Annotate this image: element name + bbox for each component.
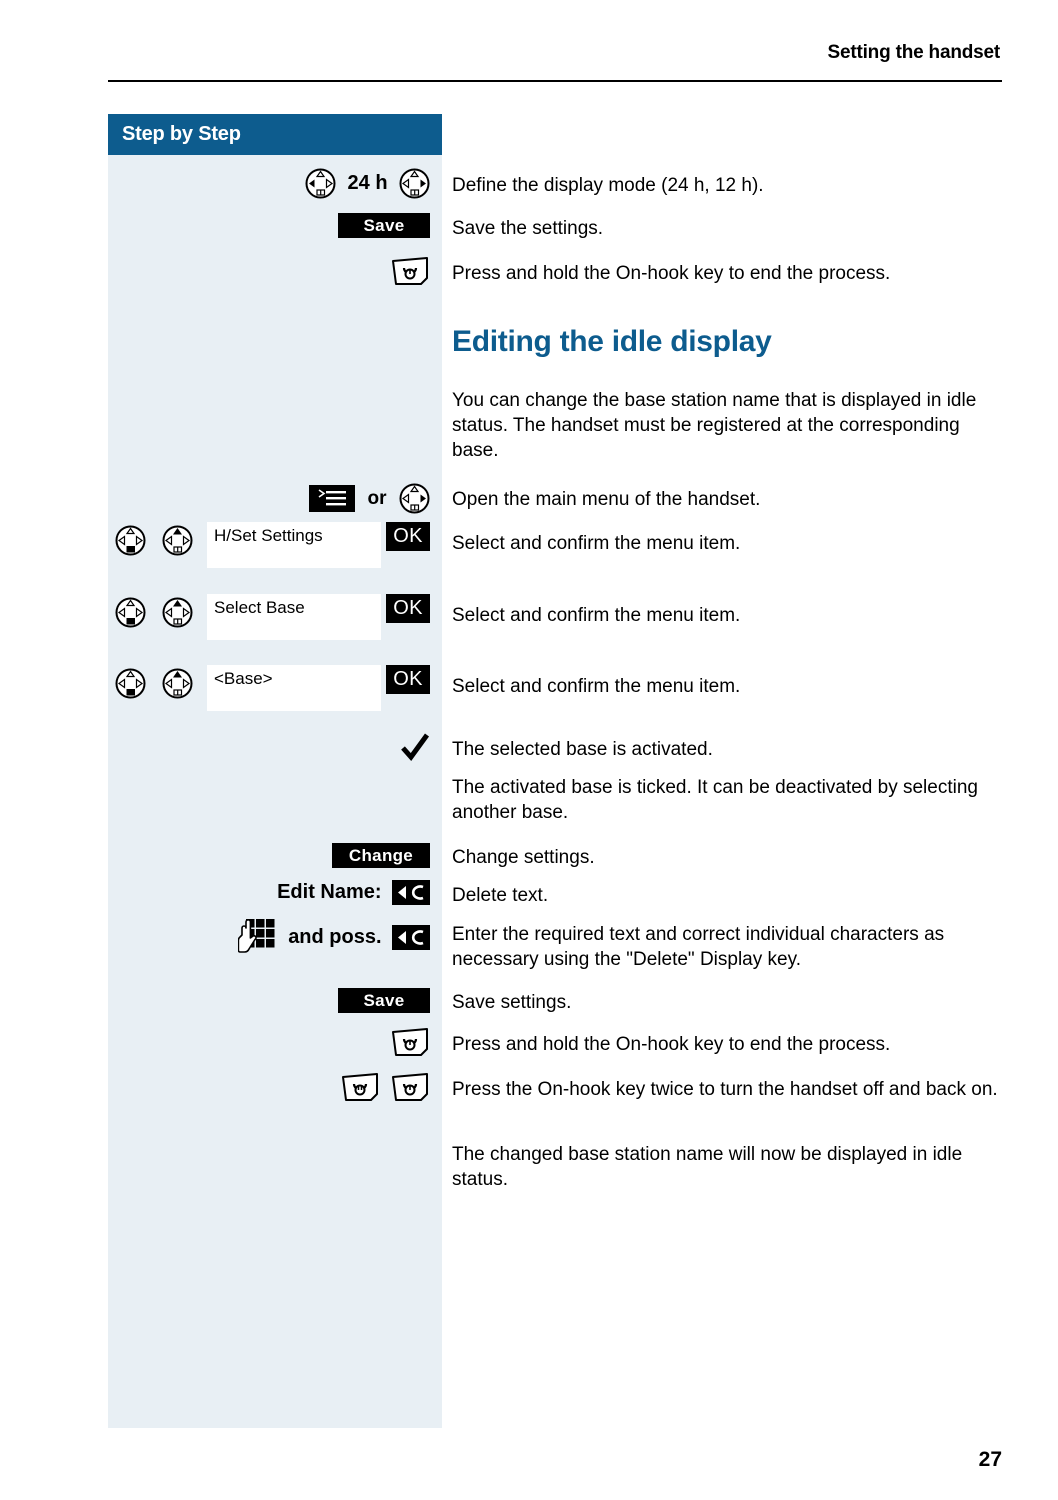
ok-display-key[interactable]: OK (386, 665, 430, 694)
menu-item-label: Select Base (214, 598, 305, 617)
and-poss-label: and poss. (288, 925, 382, 948)
step-controls: Save (108, 988, 442, 1016)
on-hook-key-icon[interactable] (390, 256, 430, 286)
running-head: Setting the handset (827, 42, 1001, 63)
on-hook-key-icon[interactable] (390, 1072, 430, 1102)
step-controls (108, 1072, 442, 1122)
section-heading: Editing the idle display (452, 325, 772, 358)
save-display-key[interactable]: Save (338, 213, 430, 238)
or-label: or (367, 487, 387, 509)
step-by-step-title: Step by Step (122, 123, 241, 145)
step-controls: 24 h (108, 168, 442, 202)
step-by-step-header: Step by Step (108, 114, 442, 155)
on-hook-key-icon[interactable] (340, 1072, 380, 1102)
step-text: Press and hold the On-hook key to end th… (452, 263, 891, 284)
ok-display-key[interactable]: OK (386, 522, 430, 551)
step-controls (108, 256, 442, 288)
step-row-base-ticked: The activated base is ticked. It can be … (108, 775, 1002, 831)
ok-display-key[interactable]: OK (386, 594, 430, 623)
menu-item-label: H/Set Settings (214, 526, 323, 545)
step-row-delete-text: Edit Name: Delete text. (108, 880, 1002, 910)
step-row-save-the-settings: Save Save the settings. (108, 213, 1002, 241)
nav-key-left-icon[interactable] (305, 168, 336, 199)
step-text: Define the display mode (24 h, 12 h). (452, 175, 764, 196)
step-text: The activated base is ticked. It can be … (452, 777, 978, 823)
nav-key-right-icon[interactable] (399, 483, 430, 514)
nav-key-up-icon[interactable] (162, 668, 193, 699)
menu-item-label: <Base> (214, 669, 273, 688)
step-text: The selected base is activated. (452, 739, 713, 760)
on-hook-key-icon[interactable] (390, 1027, 430, 1057)
step-row-define-display-mode: 24 h Define the display mode (24 h, 12 h… (108, 168, 1002, 202)
step-row-change-settings: Change Change settings. (108, 843, 1002, 871)
step-row-select-confirm-3: <Base> OK Select and confirm the menu it… (108, 665, 1002, 717)
step-controls: H/Set Settings OK (108, 522, 442, 574)
keypad-hand-icon[interactable] (237, 918, 276, 956)
step-row-end-process-2: Press and hold the On-hook key to end th… (108, 1027, 1002, 1059)
nav-key-down-icon[interactable] (115, 668, 146, 699)
nav-key-down-icon[interactable] (115, 597, 146, 628)
menu-item-box[interactable]: H/Set Settings (207, 522, 381, 568)
step-row-select-confirm-1: H/Set Settings OK Select and confirm the… (108, 522, 1002, 574)
step-text: Press and hold the On-hook key to end th… (452, 1034, 891, 1055)
step-controls: and poss. (108, 918, 442, 960)
step-controls: Save (108, 213, 442, 241)
time-mode-label: 24 h (347, 172, 388, 194)
step-controls: Select Base OK (108, 594, 442, 646)
step-controls (108, 1027, 442, 1059)
delete-key-icon[interactable] (392, 924, 430, 950)
nav-key-right-icon[interactable] (399, 168, 430, 199)
step-controls: or (108, 483, 442, 515)
step-text: The changed base station name will now b… (452, 1144, 963, 1190)
step-row-open-main-menu: or Open the main menu of the handset. (108, 483, 1002, 515)
step-row-select-confirm-2: Select Base OK Select and confirm the me… (108, 594, 1002, 646)
step-controls: Edit Name: (108, 880, 442, 910)
page-number: 27 (978, 1448, 1002, 1471)
step-text: Open the main menu of the handset. (452, 489, 761, 510)
header-rule (108, 80, 1002, 82)
step-text: Select and confirm the menu item. (452, 676, 741, 697)
step-text: Save settings. (452, 992, 572, 1013)
step-text: Delete text. (452, 885, 549, 906)
nav-key-down-icon[interactable] (115, 525, 146, 556)
edit-name-label: Edit Name: (277, 881, 382, 903)
step-controls: <Base> OK (108, 665, 442, 717)
step-row-name-displayed: The changed base station name will now b… (108, 1142, 1002, 1194)
step-row-press-twice: Press the On-hook key twice to turn the … (108, 1072, 1002, 1122)
menu-item-box[interactable]: Select Base (207, 594, 381, 640)
step-text: Enter the required text and correct indi… (452, 924, 945, 970)
step-text: Select and confirm the menu item. (452, 533, 741, 554)
step-controls: Change (108, 843, 442, 871)
save-display-key[interactable]: Save (338, 988, 430, 1013)
step-text: Save the settings. (452, 218, 604, 239)
nav-key-up-icon[interactable] (162, 525, 193, 556)
step-row-end-process-1: Press and hold the On-hook key to end th… (108, 256, 1002, 288)
menu-key-icon[interactable] (309, 485, 356, 512)
checkmark-icon (400, 733, 430, 768)
step-by-step-panel (108, 114, 442, 1428)
step-row-enter-text: and poss. Enter the required text and co… (108, 918, 1002, 970)
menu-item-box[interactable]: <Base> (207, 665, 381, 711)
step-text: Press the On-hook key twice to turn the … (452, 1079, 998, 1100)
step-text: Select and confirm the menu item. (452, 605, 741, 626)
section-intro: You can change the base station name tha… (452, 390, 977, 461)
step-controls (108, 733, 442, 767)
step-row-save-settings: Save Save settings. (108, 988, 1002, 1016)
delete-key-icon[interactable] (392, 880, 430, 905)
step-row-base-activated: The selected base is activated. (108, 733, 1002, 767)
change-display-key[interactable]: Change (332, 843, 430, 868)
nav-key-up-icon[interactable] (162, 597, 193, 628)
step-text: Change settings. (452, 847, 595, 868)
